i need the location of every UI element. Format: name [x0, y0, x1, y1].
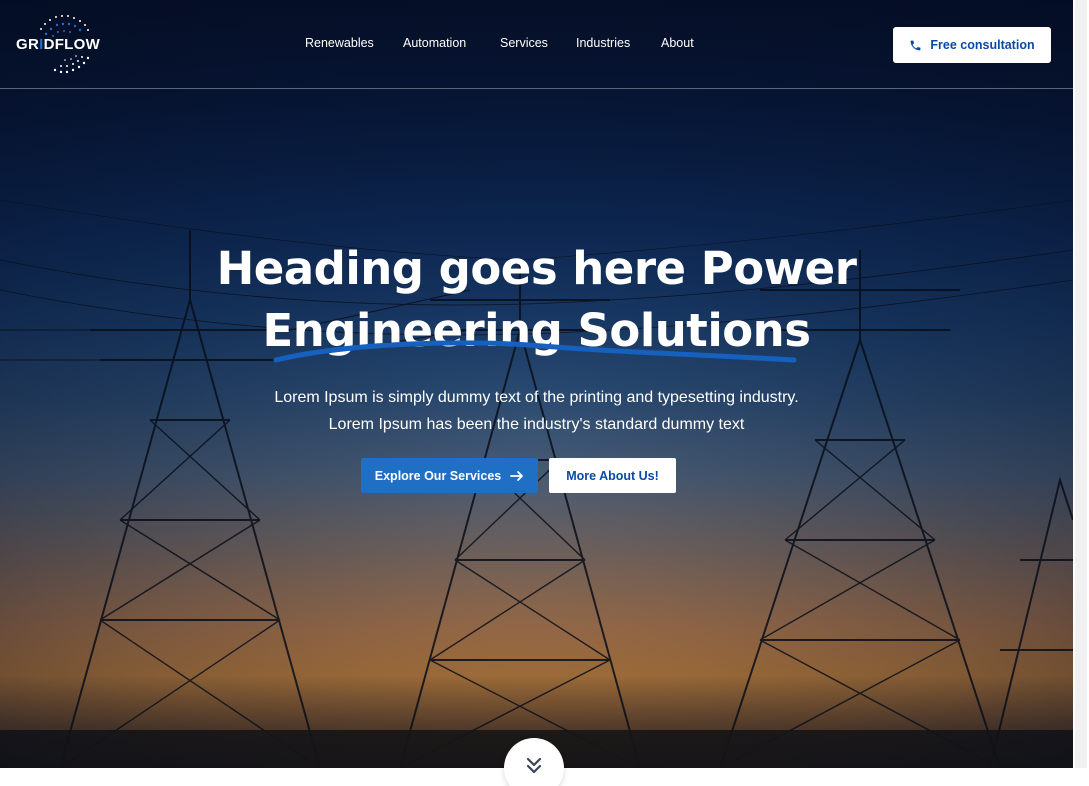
double-chevron-down-icon	[526, 757, 542, 774]
hero-subtitle-line-1: Lorem Ipsum is simply dummy text of the …	[274, 389, 799, 406]
phone-icon	[911, 40, 921, 50]
nav-item-renewables[interactable]: Renewables	[305, 36, 374, 50]
nav-item-industries[interactable]: Industries	[576, 36, 630, 50]
hero-section: GRIDFLOW Renewables Automation Services …	[0, 0, 1073, 768]
free-consultation-button[interactable]: Free consultation	[893, 27, 1051, 63]
nav-item-services[interactable]: Services	[500, 36, 548, 50]
scrollbar-track[interactable]	[1075, 0, 1087, 768]
heading-underline-swoosh	[273, 340, 797, 363]
hero-heading-line-1: Heading goes here Power	[216, 242, 857, 295]
hero-subtitle: Lorem Ipsum is simply dummy text of the …	[0, 384, 1073, 438]
more-about-us-label: More About Us!	[566, 468, 659, 483]
hero-subtitle-line-2: Lorem Ipsum has been the industry's stan…	[328, 416, 745, 433]
free-consultation-label: Free consultation	[930, 38, 1035, 52]
top-navbar: GRIDFLOW Renewables Automation Services …	[0, 0, 1073, 89]
arrow-right-icon	[510, 470, 524, 481]
nav-item-about[interactable]: About	[661, 36, 694, 50]
explore-services-button[interactable]: Explore Our Services	[361, 458, 538, 493]
explore-services-label: Explore Our Services	[374, 468, 502, 483]
nav-item-automation[interactable]: Automation	[403, 36, 466, 50]
more-about-us-button[interactable]: More About Us!	[549, 458, 676, 493]
